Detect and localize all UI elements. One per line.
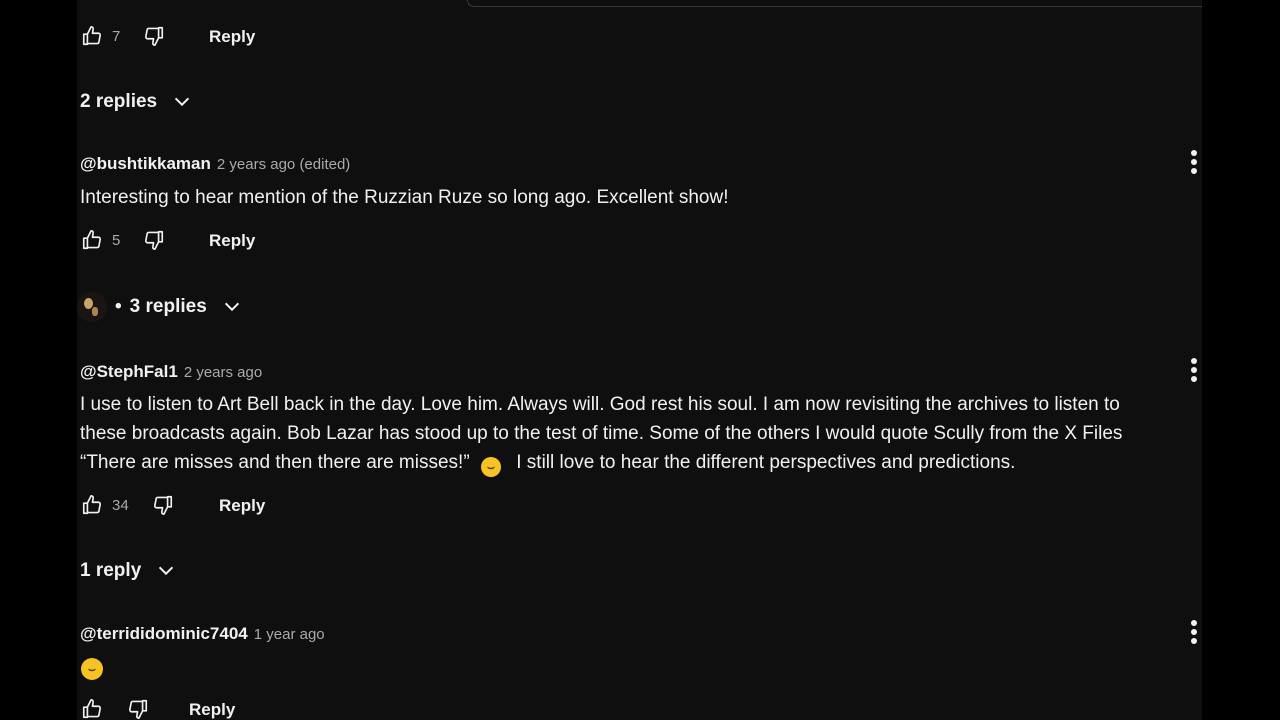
view-replies-button[interactable]: 1 reply (80, 560, 177, 582)
reply-button[interactable]: Reply (209, 27, 255, 47)
chevron-down-icon (174, 97, 190, 107)
thumbs-down-icon[interactable] (151, 493, 175, 517)
like-count: 34 (112, 496, 129, 514)
comment-timestamp[interactable]: 2 years ago (184, 364, 262, 381)
thumbs-up-icon[interactable] (80, 24, 104, 48)
comments-panel: 7 Reply 2 replies @bushtikkaman 2 years … (77, 0, 1202, 720)
author-handle[interactable]: @terrididominic7404 (80, 624, 248, 644)
replies-count-label: 3 replies (129, 296, 207, 317)
comment-text-line: Interesting to hear mention of the Ruzzi… (80, 187, 729, 208)
comment-input-underline (467, 0, 1202, 7)
laughing-emoji-icon: ⌣ (81, 658, 103, 680)
comment-header: @bushtikkaman 2 years ago (edited) (80, 154, 350, 174)
reply-button[interactable]: Reply (219, 496, 265, 516)
thumbs-down-icon[interactable] (126, 697, 150, 720)
comment-text-line: I use to listen to Art Bell back in the … (80, 394, 1120, 415)
comment-header: @terrididominic7404 1 year ago (80, 624, 325, 644)
comment-text: I use to listen to Art Bell back in the … (80, 390, 1122, 477)
more-vertical-icon[interactable] (1190, 150, 1198, 176)
replies-count-label: 1 reply (80, 560, 142, 581)
reply-button[interactable]: Reply (189, 700, 235, 720)
comment-actions: 7 (80, 22, 166, 50)
comment-header: @StephFal1 2 years ago (80, 362, 262, 382)
thumbs-up-icon[interactable] (80, 228, 104, 252)
thumbs-up-icon[interactable] (80, 697, 104, 720)
chevron-down-icon (159, 566, 174, 576)
like-count: 5 (112, 231, 121, 249)
avatar (77, 292, 107, 322)
more-vertical-icon[interactable] (1190, 620, 1198, 646)
comment-text: Interesting to hear mention of the Ruzzi… (80, 183, 729, 212)
thumbs-up-icon[interactable] (80, 493, 104, 517)
comment-text: ⌣ (81, 657, 103, 680)
replies-count-label: 2 replies (80, 91, 158, 112)
comment-text-line: “There are misses and then there are mis… (80, 448, 1122, 477)
comment-timestamp[interactable]: 2 years ago (edited) (217, 156, 350, 173)
separator-dot: • (115, 296, 122, 317)
view-replies-button[interactable]: • 3 replies (77, 292, 243, 322)
thumbs-down-icon[interactable] (142, 228, 166, 252)
reply-button[interactable]: Reply (209, 231, 255, 251)
author-handle[interactable]: @bushtikkaman (80, 154, 211, 174)
view-replies-button[interactable]: 2 replies (80, 91, 193, 113)
chevron-down-icon (224, 302, 239, 312)
more-vertical-icon[interactable] (1190, 358, 1198, 384)
comment-actions: 5 (80, 226, 166, 254)
comment-actions: 34 (80, 491, 175, 519)
comment-text-line: these broadcasts again. Bob Lazar has st… (80, 423, 1123, 444)
comment-timestamp[interactable]: 1 year ago (254, 626, 325, 643)
thumbs-down-icon[interactable] (142, 24, 166, 48)
author-handle[interactable]: @StephFal1 (80, 362, 178, 382)
like-count: 7 (112, 27, 121, 45)
comment-text-fragment: “There are misses and then there are mis… (80, 452, 470, 473)
laughing-emoji-icon: ⌣ (480, 457, 501, 477)
comment-actions (80, 695, 150, 720)
comment-text-fragment: I still love to hear the different persp… (516, 452, 1016, 473)
